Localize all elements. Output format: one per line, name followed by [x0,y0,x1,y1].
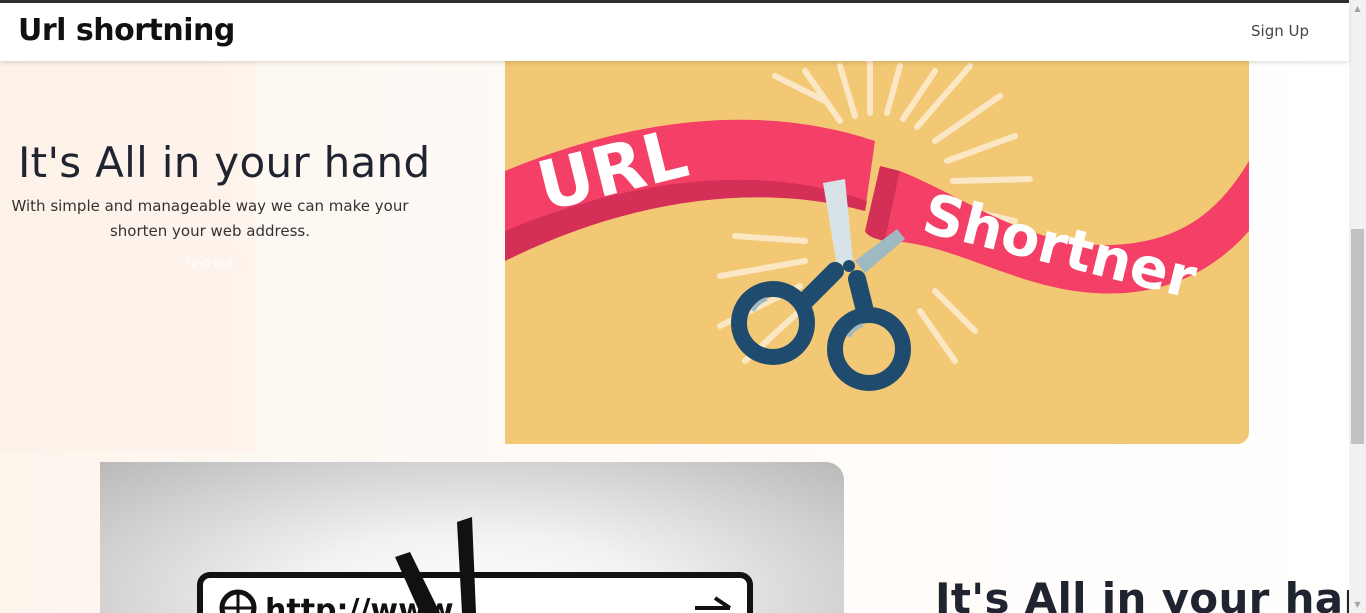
scissors-pivot [843,260,855,272]
hero-subtitle: With simple and manageable way we can ma… [11,197,409,240]
signup-link[interactable]: Sign Up [1251,22,1309,40]
url-cut-illustration: http://www [100,462,844,613]
scissors-ribbon-graphic: URL Shortner [505,61,1249,391]
find-out-button[interactable]: Find out [177,254,241,272]
browser-url-graphic: http://www [197,517,753,613]
brand-logo[interactable]: Url shortning [18,13,235,48]
scroll-down-arrow-icon[interactable]: ▼ [1349,596,1366,613]
page-scrollbar[interactable]: ▲ ▼ [1349,0,1366,613]
ribbon-word-url: URL [530,114,696,227]
scroll-up-arrow-icon[interactable]: ▲ [1349,0,1366,17]
second-title: It's All in your hand [935,574,1366,613]
scissors-handles [731,262,911,391]
navbar: Url shortning Sign Up [0,3,1349,61]
ribbon-word-shortner: Shortner [917,182,1203,313]
scrollbar-thumb[interactable] [1351,229,1364,444]
hero-title: It's All in your hand [18,138,431,187]
url-shortner-illustration: URL Shortner [505,61,1249,444]
